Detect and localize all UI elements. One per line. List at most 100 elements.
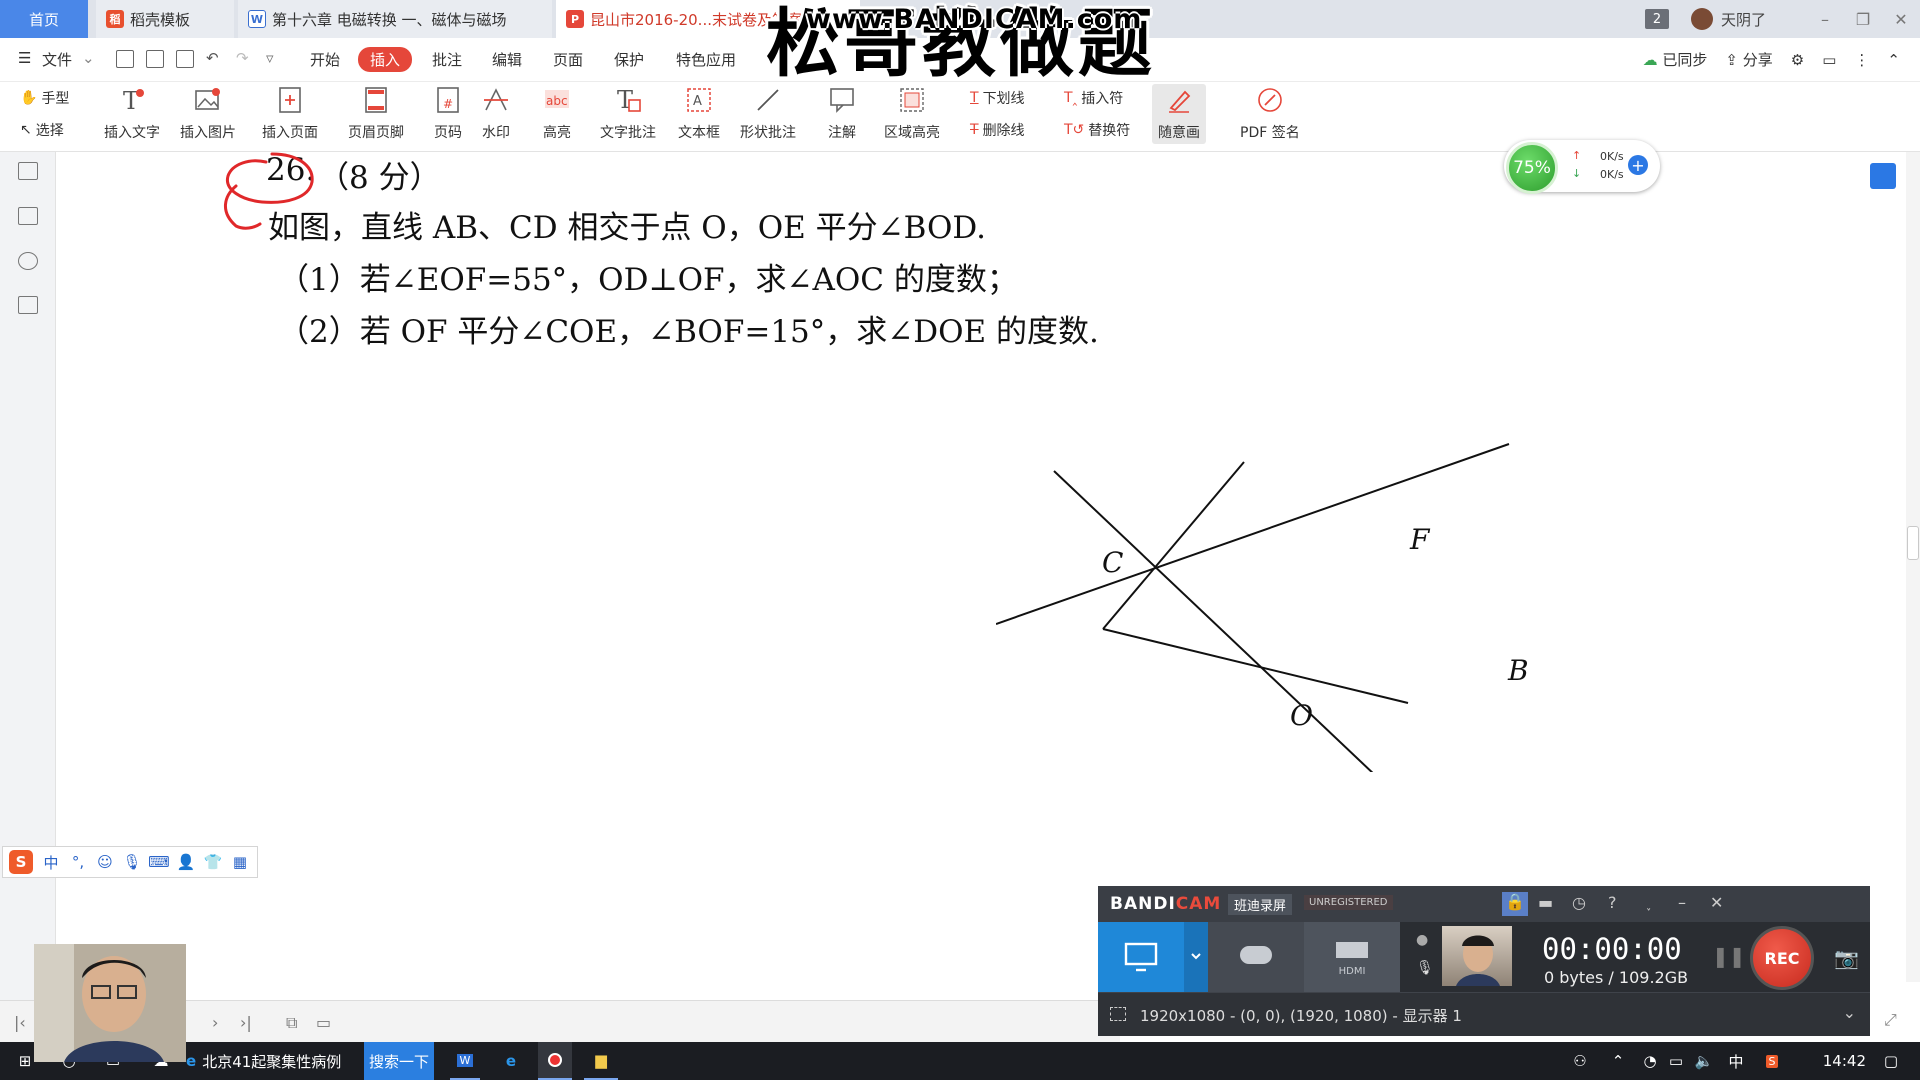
- annotation-button[interactable]: 注解: [828, 86, 856, 142]
- open-folder-icon[interactable]: [116, 50, 134, 68]
- net-speed-widget[interactable]: 75% ↑ ↓ 0K/s 0K/s +: [1504, 140, 1660, 194]
- insert-image-button[interactable]: 插入图片: [180, 86, 236, 142]
- highlight-button[interactable]: abc 高亮: [543, 86, 571, 142]
- folder-icon[interactable]: ▬: [1538, 893, 1553, 912]
- taskbar-browser-item[interactable]: e 北京41起聚集性病例: [186, 1042, 362, 1080]
- pdf-sign-button[interactable]: PDF 签名: [1240, 86, 1300, 142]
- help-icon[interactable]: ?: [1608, 893, 1617, 912]
- hamburger-menu-icon[interactable]: ☰: [18, 49, 31, 67]
- sogou-logo-icon[interactable]: S: [9, 850, 33, 874]
- bandicam-taskbar-icon[interactable]: [538, 1042, 572, 1080]
- screen-mode-button[interactable]: [1098, 922, 1184, 992]
- minimize-icon[interactable]: –: [1806, 10, 1844, 29]
- menu-insert[interactable]: 插入: [358, 47, 413, 72]
- settings-icon[interactable]: ⚙: [1791, 51, 1804, 69]
- area-highlight-button[interactable]: 区域高亮: [884, 86, 940, 142]
- pause-icon[interactable]: ❚❚: [1712, 944, 1746, 968]
- menu-start[interactable]: 开始: [310, 49, 340, 70]
- restore-icon[interactable]: ❐: [1844, 10, 1882, 29]
- file-explorer-icon[interactable]: ▆: [584, 1042, 618, 1080]
- fit-page-icon[interactable]: ⧉: [286, 1013, 297, 1033]
- first-page-icon[interactable]: |‹: [14, 1013, 26, 1032]
- annotation-panel-icon[interactable]: [18, 252, 38, 270]
- clock-icon[interactable]: ◷: [1572, 893, 1586, 912]
- keyboard-icon[interactable]: ⌨: [148, 853, 170, 871]
- outline-icon[interactable]: [18, 162, 38, 180]
- last-page-icon[interactable]: ›|: [240, 1013, 252, 1032]
- undo-icon[interactable]: ↶: [206, 49, 219, 67]
- record-button[interactable]: REC: [1750, 926, 1814, 990]
- lock-icon[interactable]: 🔒: [1502, 892, 1528, 916]
- battery-icon[interactable]: ▭: [1664, 1042, 1688, 1080]
- unregistered-badge[interactable]: UNREGISTERED: [1304, 895, 1393, 910]
- tab-doc-magnetism[interactable]: W 第十六章 电磁转换 一、磁体与磁场: [238, 0, 552, 38]
- next-page-icon[interactable]: ›: [212, 1013, 218, 1032]
- bookmark-icon[interactable]: [18, 296, 38, 314]
- microphone-icon[interactable]: 🎙: [122, 853, 141, 871]
- tab-home[interactable]: 首页: [0, 0, 88, 38]
- expand-icon[interactable]: ⌄: [1843, 1003, 1856, 1022]
- shape-comment-button[interactable]: 形状批注: [740, 86, 796, 142]
- toolbox-icon[interactable]: ▦: [231, 853, 249, 871]
- more-icon[interactable]: ⋮: [1854, 51, 1869, 69]
- save-icon[interactable]: [146, 50, 164, 68]
- memory-usage-ball[interactable]: 75%: [1506, 142, 1558, 194]
- chevron-down-icon[interactable]: ⌄: [82, 49, 95, 67]
- header-footer-button[interactable]: 页眉页脚: [348, 86, 404, 142]
- underline-button[interactable]: T 下划线: [970, 88, 1025, 108]
- game-mode-button[interactable]: [1208, 922, 1304, 992]
- camera-icon[interactable]: 📷: [1834, 946, 1859, 970]
- scrollbar-thumb[interactable]: [1907, 526, 1919, 560]
- tray-ime-lang[interactable]: 中: [1724, 1042, 1748, 1080]
- insert-page-button[interactable]: 插入页面: [262, 86, 318, 142]
- fullscreen-icon[interactable]: ⤢: [1884, 1010, 1897, 1030]
- bandicam-close-icon[interactable]: ✕: [1710, 893, 1723, 912]
- collapse-ribbon-icon[interactable]: ⌃: [1887, 51, 1900, 69]
- plus-icon[interactable]: +: [1628, 155, 1648, 175]
- wps-taskbar-icon[interactable]: W: [450, 1042, 480, 1080]
- ime-lang-toggle[interactable]: 中: [42, 854, 60, 872]
- thumbnail-icon[interactable]: [18, 207, 38, 225]
- redo-icon[interactable]: ↷: [236, 49, 249, 67]
- microphone-toggle-icon[interactable]: 🎙: [1416, 960, 1434, 976]
- vertical-scrollbar[interactable]: [1906, 152, 1920, 982]
- user-icon[interactable]: 👤: [177, 853, 196, 871]
- strikethrough-button[interactable]: T 删除线: [970, 120, 1025, 140]
- device-mode-button[interactable]: HDMI: [1304, 922, 1400, 992]
- bandicam-collapse-icon[interactable]: ˯: [1646, 893, 1651, 913]
- ime-punct-toggle[interactable]: °,: [69, 853, 87, 871]
- share-button[interactable]: ⇪ 分享: [1725, 49, 1772, 70]
- insert-text-button[interactable]: T 插入文字: [104, 86, 160, 142]
- tab-docer-templates[interactable]: 稻 稻壳模板: [96, 0, 234, 38]
- single-page-icon[interactable]: ▭: [316, 1013, 331, 1032]
- capture-area-icon[interactable]: [1110, 1007, 1126, 1021]
- close-icon[interactable]: ✕: [1882, 10, 1920, 29]
- print-icon[interactable]: [176, 50, 194, 68]
- window-count-badge[interactable]: 2: [1644, 9, 1669, 29]
- webcam-toggle-icon[interactable]: ●: [1416, 932, 1428, 948]
- taskbar-search-button[interactable]: 搜索一下: [364, 1042, 434, 1080]
- quick-access-more-icon[interactable]: ▿: [266, 49, 274, 67]
- side-tools-button[interactable]: [1870, 163, 1896, 189]
- page-number-button[interactable]: # 页码: [434, 86, 462, 142]
- people-icon[interactable]: ⚇: [1568, 1042, 1592, 1080]
- menu-page[interactable]: 页面: [553, 49, 583, 70]
- emoji-icon[interactable]: ☺: [96, 853, 114, 871]
- menu-file[interactable]: 文件: [42, 49, 72, 70]
- tray-chevron-icon[interactable]: ⌃: [1606, 1042, 1630, 1080]
- screen-mode-dropdown[interactable]: [1184, 922, 1208, 992]
- skin-icon[interactable]: 👕: [204, 853, 223, 871]
- bandicam-minimize-icon[interactable]: –: [1678, 893, 1686, 912]
- edge-taskbar-icon[interactable]: e: [496, 1042, 526, 1080]
- replace-mark-button[interactable]: T↺ 替换符: [1064, 120, 1130, 140]
- menu-protect[interactable]: 保护: [614, 49, 644, 70]
- user-name[interactable]: 天阴了: [1721, 9, 1766, 30]
- insert-mark-button[interactable]: T‸ 插入符: [1064, 88, 1123, 108]
- notification-icon[interactable]: ▢: [1876, 1042, 1906, 1080]
- wifi-icon[interactable]: ◔: [1638, 1042, 1662, 1080]
- feedback-icon[interactable]: ▭: [1822, 51, 1836, 69]
- user-avatar[interactable]: [1690, 8, 1713, 30]
- sogou-tray-icon[interactable]: S: [1760, 1042, 1784, 1080]
- hand-tool-button[interactable]: ✋ 手型: [20, 88, 69, 108]
- watermark-button[interactable]: 水印: [482, 86, 510, 142]
